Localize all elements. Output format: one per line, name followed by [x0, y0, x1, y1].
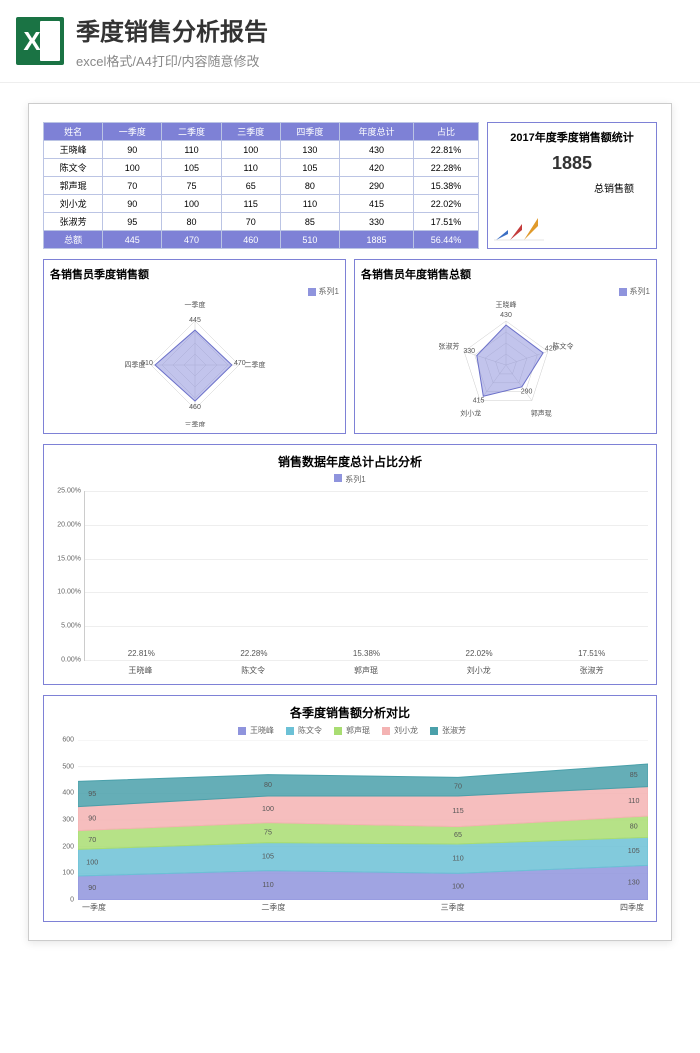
svg-text:85: 85 — [630, 772, 638, 779]
radar1-title: 各销售员季度销售额 — [50, 266, 339, 282]
sales-table: 姓名一季度二季度三季度四季度年度总计占比 王晓峰9011010013043022… — [43, 122, 479, 249]
svg-text:张淑芳: 张淑芳 — [438, 341, 459, 350]
svg-text:510: 510 — [141, 360, 153, 367]
area-title: 各季度销售额分析对比 — [52, 704, 648, 721]
svg-text:刘小龙: 刘小龙 — [460, 408, 481, 417]
col-header: 年度总计 — [340, 123, 414, 141]
area-chart-panel: 各季度销售额分析对比 王晓峰陈文令郭声琨刘小龙张淑芳 0100200300400… — [43, 695, 657, 922]
svg-text:100: 100 — [86, 860, 98, 867]
svg-text:70: 70 — [454, 784, 462, 791]
bar: 22.28% — [224, 649, 284, 660]
svg-text:415: 415 — [472, 398, 484, 405]
table-row: 刘小龙9010011511041522.02% — [44, 195, 479, 213]
svg-text:王晓峰: 王晓峰 — [495, 300, 516, 309]
table-row: 张淑芳9580708533017.51% — [44, 213, 479, 231]
svg-text:105: 105 — [262, 854, 274, 861]
page-title: 季度销售分析报告 — [76, 12, 684, 47]
svg-text:445: 445 — [189, 317, 201, 324]
bar-title: 销售数据年度总计占比分析 — [52, 453, 648, 470]
col-header: 四季度 — [280, 123, 339, 141]
svg-text:110: 110 — [452, 856, 463, 863]
col-header: 二季度 — [162, 123, 221, 141]
total-row: 总额445470460510188556.44% — [44, 231, 479, 249]
document-preview: 姓名一季度二季度三季度四季度年度总计占比 王晓峰9011010013043022… — [28, 103, 672, 941]
radar-annual-panel: 各销售员年度销售总额 系列1 王晓峰430陈文令420郭声琨290刘小龙415张… — [354, 259, 657, 434]
radar2-title: 各销售员年度销售总额 — [361, 266, 650, 282]
excel-icon: X — [16, 17, 64, 65]
svg-text:95: 95 — [88, 791, 96, 798]
col-header: 三季度 — [221, 123, 280, 141]
bar-chart-panel: 销售数据年度总计占比分析 系列1 0.00%5.00%10.00%15.00%2… — [43, 444, 657, 685]
svg-text:二季度: 二季度 — [244, 360, 265, 369]
bar: 22.81% — [111, 649, 171, 660]
arrow-chart-icon — [494, 212, 544, 242]
svg-text:郭声琨: 郭声琨 — [530, 408, 551, 417]
bar: 15.38% — [336, 649, 396, 660]
bar-chart: 0.00%5.00%10.00%15.00%20.00%25.00% 22.81… — [84, 491, 648, 661]
table-row: 王晓峰9011010013043022.81% — [44, 141, 479, 159]
summary-box: 2017年度季度销售额统计 1885 总销售额 — [487, 122, 657, 249]
page-header: X 季度销售分析报告 excel格式/A4打印/内容随意修改 — [0, 0, 700, 83]
area-legend: 王晓峰陈文令郭声琨刘小龙张淑芳 — [52, 725, 648, 736]
svg-text:330: 330 — [463, 348, 475, 355]
svg-text:110: 110 — [628, 798, 639, 805]
radar-quarterly-panel: 各销售员季度销售额 系列1 一季度445二季度470三季度460四季度510 — [43, 259, 346, 434]
summary-value: 1885 — [494, 153, 650, 174]
svg-text:70: 70 — [88, 837, 96, 844]
svg-text:90: 90 — [88, 885, 96, 892]
svg-text:430: 430 — [500, 312, 512, 319]
area-chart: 0100200300400500600 90110100130100105110… — [78, 740, 648, 900]
svg-text:90: 90 — [88, 816, 96, 823]
bar: 17.51% — [562, 649, 622, 660]
svg-text:105: 105 — [628, 848, 640, 855]
svg-text:460: 460 — [189, 404, 201, 411]
svg-text:65: 65 — [454, 832, 462, 839]
page-subtitle: excel格式/A4打印/内容随意修改 — [76, 51, 684, 70]
col-header: 占比 — [414, 123, 479, 141]
svg-text:80: 80 — [630, 824, 638, 831]
svg-text:80: 80 — [264, 782, 272, 789]
svg-text:470: 470 — [234, 360, 246, 367]
svg-text:130: 130 — [628, 880, 640, 887]
table-row: 陈文令10010511010542022.28% — [44, 159, 479, 177]
summary-label: 总销售额 — [494, 180, 650, 195]
col-header: 一季度 — [103, 123, 162, 141]
svg-text:100: 100 — [262, 806, 274, 813]
radar-chart-1: 一季度445二季度470三季度460四季度510 — [85, 297, 305, 427]
summary-title: 2017年度季度销售额统计 — [494, 129, 650, 145]
radar-chart-2: 王晓峰430陈文令420郭声琨290刘小龙415张淑芳330 — [396, 297, 616, 427]
svg-text:110: 110 — [262, 882, 273, 889]
table-row: 郭声琨7075658029015.38% — [44, 177, 479, 195]
svg-text:一季度: 一季度 — [184, 300, 205, 309]
svg-text:三季度: 三季度 — [184, 420, 205, 427]
svg-text:290: 290 — [520, 388, 532, 395]
col-header: 姓名 — [44, 123, 103, 141]
bar: 22.02% — [449, 649, 509, 660]
svg-text:100: 100 — [452, 884, 464, 891]
svg-text:115: 115 — [452, 808, 463, 815]
svg-text:75: 75 — [264, 830, 272, 837]
svg-text:420: 420 — [544, 345, 556, 352]
